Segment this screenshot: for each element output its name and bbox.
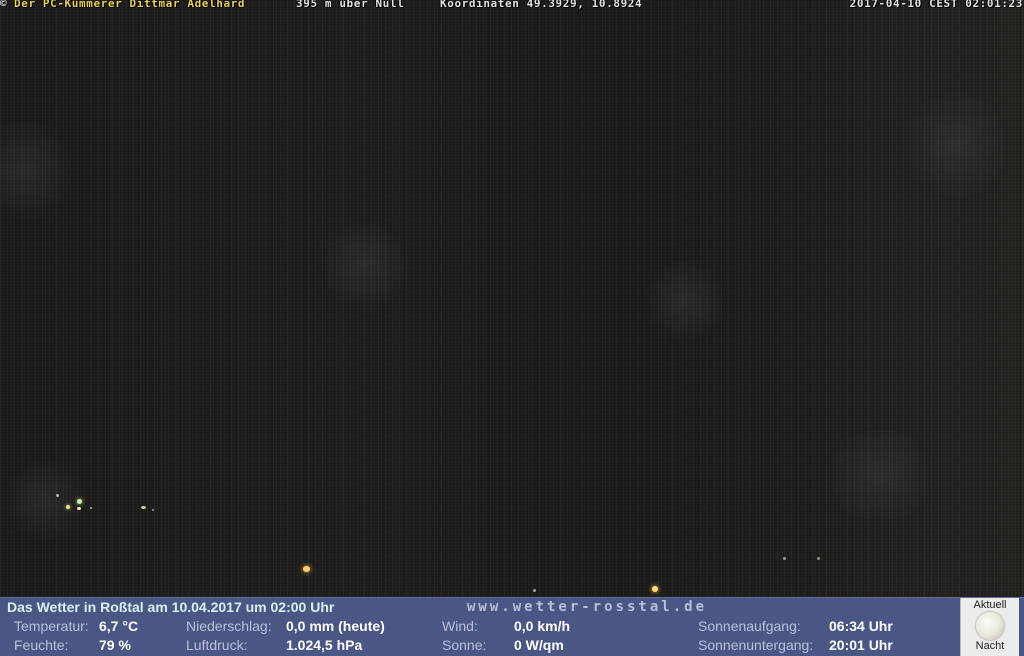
haze-spot bbox=[0, 110, 70, 230]
humidity-row: Feuchte: bbox=[14, 637, 68, 653]
distant-light bbox=[817, 557, 820, 560]
distant-light bbox=[141, 506, 146, 509]
moon-current-label: Aktuell bbox=[973, 599, 1007, 611]
humidity-value: 79 % bbox=[99, 637, 131, 653]
distant-light bbox=[77, 507, 81, 510]
wind-value-cell: 0,0 km/h bbox=[514, 618, 570, 634]
wind-label: Wind: bbox=[442, 618, 478, 634]
website-link[interactable]: www.wetter-rosstal.de bbox=[467, 599, 707, 615]
weather-title: Das Wetter in Roßtal am 10.04.2017 um 02… bbox=[7, 599, 335, 615]
moon-night-label: Nacht bbox=[975, 640, 1005, 652]
sunrise-value: 06:34 Uhr bbox=[829, 618, 893, 634]
webcam-image bbox=[0, 0, 1024, 597]
haze-spot bbox=[640, 260, 730, 340]
timestamp-text: 2017-04-10 CEST 02:01:23 bbox=[849, 0, 1023, 10]
precipitation-label: Niederschlag: bbox=[186, 618, 272, 634]
distant-light bbox=[152, 509, 154, 511]
precipitation-value-cell: 0,0 mm (heute) bbox=[286, 618, 385, 634]
coordinates-text: Koordinaten 49.3929, 10.8924 bbox=[440, 0, 643, 10]
distant-light bbox=[90, 507, 92, 509]
distant-light bbox=[783, 557, 786, 560]
sunrise-label: Sonnenaufgang: bbox=[698, 618, 801, 634]
street-light bbox=[652, 586, 658, 592]
sunset-value-cell: 20:01 Uhr bbox=[829, 637, 893, 653]
haze-spot bbox=[900, 90, 1010, 200]
owner-name: Der PC-Kümmerer Dittmar Adelhard bbox=[14, 0, 246, 10]
distant-light bbox=[56, 494, 59, 497]
sun-value: 0 W/qm bbox=[514, 637, 564, 653]
sunrise-value-cell: 06:34 Uhr bbox=[829, 618, 893, 634]
sun-row: Sonne: bbox=[442, 637, 486, 653]
webcam-caption: © Der PC-Kümmerer Dittmar Adelhard 395 m… bbox=[0, 0, 1024, 12]
temperature-value-cell: 6,7 °C bbox=[99, 618, 138, 634]
wind-value: 0,0 km/h bbox=[514, 618, 571, 634]
sun-value-cell: 0 W/qm bbox=[514, 637, 564, 653]
distant-light bbox=[66, 505, 70, 509]
sun-label: Sonne: bbox=[442, 637, 487, 653]
pressure-value-cell: 1.024,5 hPa bbox=[286, 637, 362, 653]
sunset-label: Sonnenuntergang: bbox=[698, 637, 814, 653]
weather-bar: Das Wetter in Roßtal am 10.04.2017 um 02… bbox=[0, 597, 1024, 656]
distant-light bbox=[77, 499, 82, 504]
precipitation-value: 0,0 mm (heute) bbox=[286, 618, 385, 634]
temperature-value: 6,7 °C bbox=[99, 618, 139, 634]
sunrise-row: Sonnenaufgang: bbox=[698, 618, 801, 634]
humidity-label: Feuchte: bbox=[14, 637, 69, 653]
pressure-value: 1.024,5 hPa bbox=[286, 637, 363, 653]
humidity-value-cell: 79 % bbox=[99, 637, 131, 653]
street-light bbox=[303, 566, 310, 572]
haze-spot bbox=[320, 220, 410, 310]
wind-row: Wind: bbox=[442, 618, 478, 634]
temperature-row: Temperatur: bbox=[14, 618, 89, 634]
moon-icon bbox=[976, 612, 1004, 640]
distant-light bbox=[533, 589, 536, 592]
precipitation-row: Niederschlag: bbox=[186, 618, 272, 634]
altitude-text: 395 m über Null bbox=[296, 0, 405, 10]
sunset-row: Sonnenuntergang: bbox=[698, 637, 813, 653]
copyright-symbol: © bbox=[0, 0, 8, 10]
sunset-value: 20:01 Uhr bbox=[829, 637, 893, 653]
pressure-row: Luftdruck: bbox=[186, 637, 247, 653]
haze-spot bbox=[820, 430, 940, 520]
temperature-label: Temperatur: bbox=[14, 618, 89, 634]
pressure-label: Luftdruck: bbox=[186, 637, 248, 653]
moon-phase-box: Aktuell Nacht bbox=[960, 598, 1019, 656]
